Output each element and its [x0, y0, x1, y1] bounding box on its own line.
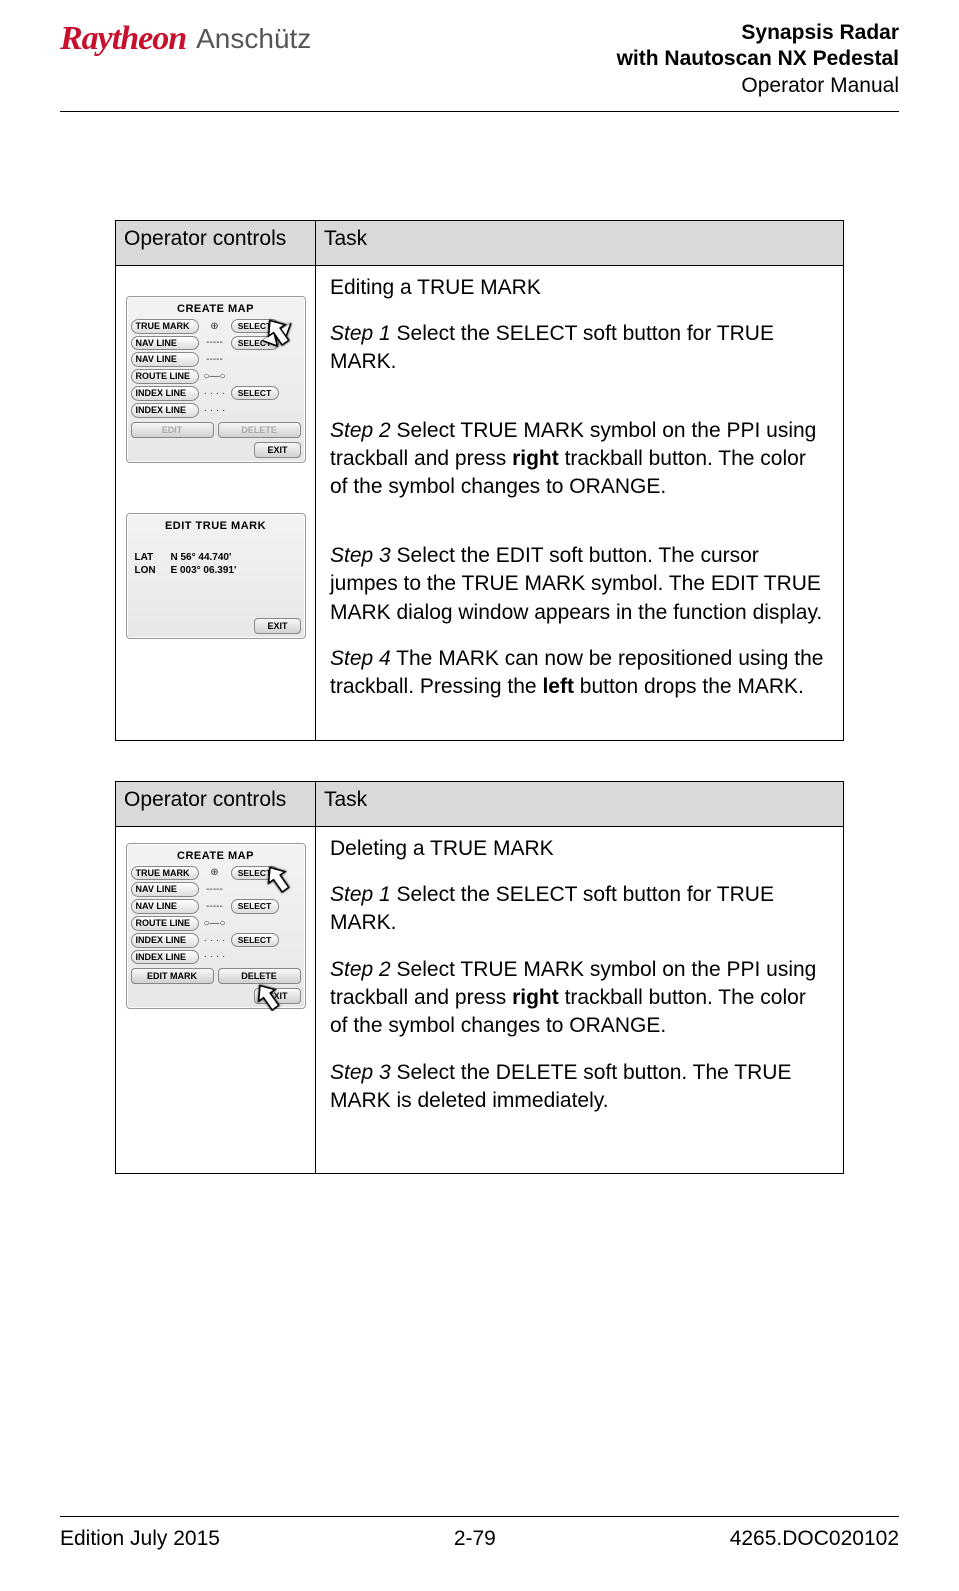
step-1: Step 1 Select the SELECT soft button for…	[330, 881, 829, 938]
document-title-block: Synapsis Radar with Nautoscan NX Pedesta…	[617, 20, 899, 99]
edit-mark-button[interactable]: EDIT MARK	[131, 968, 214, 984]
true-mark-button[interactable]: TRUE MARK	[131, 319, 199, 334]
lat-label: LAT	[135, 552, 161, 563]
task-title: Deleting a TRUE MARK	[330, 835, 829, 863]
panel-title: CREATE MAP	[131, 850, 301, 862]
index-line-button[interactable]: INDEX LINE	[131, 933, 199, 948]
delete-button[interactable]: DELETE	[218, 968, 301, 984]
brand-logo: Raytheon Anschütz	[60, 20, 311, 58]
index-line-button[interactable]: INDEX LINE	[131, 950, 199, 965]
task-cell-delete: Deleting a TRUE MARK Step 1 Select the S…	[316, 826, 844, 1174]
nav-line-button[interactable]: NAV LINE	[131, 352, 199, 367]
lat-value: N 56° 44.740'	[171, 552, 232, 563]
footer-doc-id: 4265.DOC020102	[730, 1527, 899, 1551]
lat-row: LAT N 56° 44.740'	[135, 552, 297, 563]
select-button[interactable]: SELECT	[231, 336, 279, 350]
raytheon-logo: Raytheon	[60, 20, 186, 58]
dots-icon: · · · ·	[203, 951, 227, 962]
edit-true-mark-panel: EDIT TRUE MARK LAT N 56° 44.740' LON E 0…	[126, 513, 306, 639]
create-map-panel-2: CREATE MAP TRUE MARK ⊕ SELECT NAV LINE ----…	[126, 843, 306, 1010]
select-button[interactable]: SELECT	[231, 899, 279, 913]
dash-icon: -----	[203, 337, 227, 348]
lon-label: LON	[135, 565, 161, 576]
nav-line-button[interactable]: NAV LINE	[131, 336, 199, 351]
step-4: Step 4 The MARK can now be repositioned …	[330, 645, 829, 702]
dash-icon: -----	[203, 901, 227, 912]
row-index-line: INDEX LINE · · · · SELECT	[131, 386, 301, 401]
index-line-button[interactable]: INDEX LINE	[131, 403, 199, 418]
exit-button[interactable]: EXIT	[254, 618, 300, 634]
index-line-button[interactable]: INDEX LINE	[131, 386, 199, 401]
task-cell-edit: Editing a TRUE MARK Step 1 Select the SE…	[316, 265, 844, 740]
oplus-icon: ⊕	[203, 867, 227, 878]
step-1: Step 1 Select the SELECT soft button for…	[330, 320, 829, 377]
lon-row: LON E 003° 06.391'	[135, 565, 297, 576]
task-table-delete: Operator controls Task CREATE MAP TRUE M…	[115, 781, 844, 1175]
select-button[interactable]: SELECT	[231, 866, 279, 880]
col-header-controls: Operator controls	[116, 220, 316, 265]
col-header-task: Task	[316, 220, 844, 265]
dots-icon: · · · ·	[203, 388, 227, 399]
doc-title-line1: Synapsis Radar	[617, 20, 899, 46]
lon-value: E 003° 06.391'	[171, 565, 237, 576]
edit-button[interactable]: EDIT	[131, 422, 214, 438]
step-3: Step 3 Select the EDIT soft button. The …	[330, 542, 829, 627]
route-line-button[interactable]: ROUTE LINE	[131, 916, 199, 931]
select-button[interactable]: SELECT	[231, 933, 279, 947]
circle-icon: ○—○	[203, 918, 227, 929]
footer-page-number: 2-79	[454, 1527, 496, 1551]
task-table-edit: Operator controls Task CREATE MAP TRUE M…	[115, 220, 844, 741]
true-mark-button[interactable]: TRUE MARK	[131, 866, 199, 881]
panel-title: EDIT TRUE MARK	[131, 520, 301, 532]
dots-icon: · · · ·	[203, 405, 227, 416]
dash-icon: -----	[203, 884, 227, 895]
row-nav-line-2: NAV LINE -----	[131, 352, 301, 367]
page-footer: Edition July 2015 2-79 4265.DOC020102	[60, 1516, 899, 1551]
page-header: Raytheon Anschütz Synapsis Radar with Na…	[60, 20, 899, 112]
nav-line-button[interactable]: NAV LINE	[131, 899, 199, 914]
select-button[interactable]: SELECT	[231, 386, 279, 400]
controls-cell-delete: CREATE MAP TRUE MARK ⊕ SELECT NAV LINE ----…	[116, 826, 316, 1174]
step-2: Step 2 Select TRUE MARK symbol on the PP…	[330, 417, 829, 502]
col-header-task: Task	[316, 781, 844, 826]
step-3: Step 3 Select the DELETE soft button. Th…	[330, 1059, 829, 1116]
row-index-line-2: INDEX LINE · · · ·	[131, 403, 301, 418]
col-header-controls: Operator controls	[116, 781, 316, 826]
controls-cell-edit: CREATE MAP TRUE MARK ⊕ SELECT NAV LINE -…	[116, 265, 316, 740]
task-title: Editing a TRUE MARK	[330, 274, 829, 302]
circle-icon: ○—○	[203, 371, 227, 382]
anschutz-logo: Anschütz	[196, 23, 311, 55]
oplus-icon: ⊕	[203, 321, 227, 332]
row-route-line: ROUTE LINE ○—○	[131, 369, 301, 384]
footer-edition: Edition July 2015	[60, 1527, 220, 1551]
doc-title-line2: with Nautoscan NX Pedestal	[617, 46, 899, 72]
route-line-button[interactable]: ROUTE LINE	[131, 369, 199, 384]
select-button[interactable]: SELECT	[231, 319, 279, 333]
exit-button[interactable]: EXIT	[254, 442, 300, 458]
row-true-mark: TRUE MARK ⊕ SELECT	[131, 319, 301, 334]
delete-button[interactable]: DELETE	[218, 422, 301, 438]
nav-line-button[interactable]: NAV LINE	[131, 882, 199, 897]
step-2: Step 2 Select TRUE MARK symbol on the PP…	[330, 956, 829, 1041]
create-map-panel: CREATE MAP TRUE MARK ⊕ SELECT NAV LINE -…	[126, 296, 306, 463]
exit-button[interactable]: EXIT	[254, 988, 300, 1004]
panel-title: CREATE MAP	[131, 303, 301, 315]
doc-title-line3: Operator Manual	[617, 73, 899, 99]
dots-icon: · · · ·	[203, 935, 227, 946]
row-nav-line: NAV LINE ----- SELECT	[131, 336, 301, 351]
dash-icon: -----	[203, 354, 227, 365]
